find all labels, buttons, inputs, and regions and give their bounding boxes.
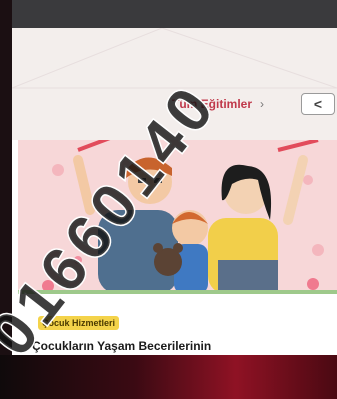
family-illustration-svg <box>18 140 337 294</box>
chevron-left-icon: < <box>313 96 323 112</box>
training-card[interactable]: Çocuk Hizmetleri Çocukların Yaşam Beceri… <box>12 140 337 355</box>
top-bar <box>12 0 337 28</box>
chevron-right-icon: › <box>260 97 265 111</box>
screenshot-frame: Tüm Eğitimler › < Çocuk Hizmetleri Çocuk… <box>0 0 337 399</box>
all-trainings-link[interactable]: Tüm Eğitimler › <box>172 97 264 111</box>
family-illustration <box>18 140 337 294</box>
previous-button[interactable]: < <box>301 93 335 115</box>
trainings-nav: Tüm Eğitimler › < <box>12 92 337 118</box>
bottom-background <box>0 355 337 399</box>
card-title[interactable]: Çocukların Yaşam Becerilerinin <box>32 339 211 353</box>
category-badge: Çocuk Hizmetleri <box>38 316 120 330</box>
left-edge <box>0 0 12 399</box>
all-trainings-label: Tüm Eğitimler <box>172 97 253 111</box>
